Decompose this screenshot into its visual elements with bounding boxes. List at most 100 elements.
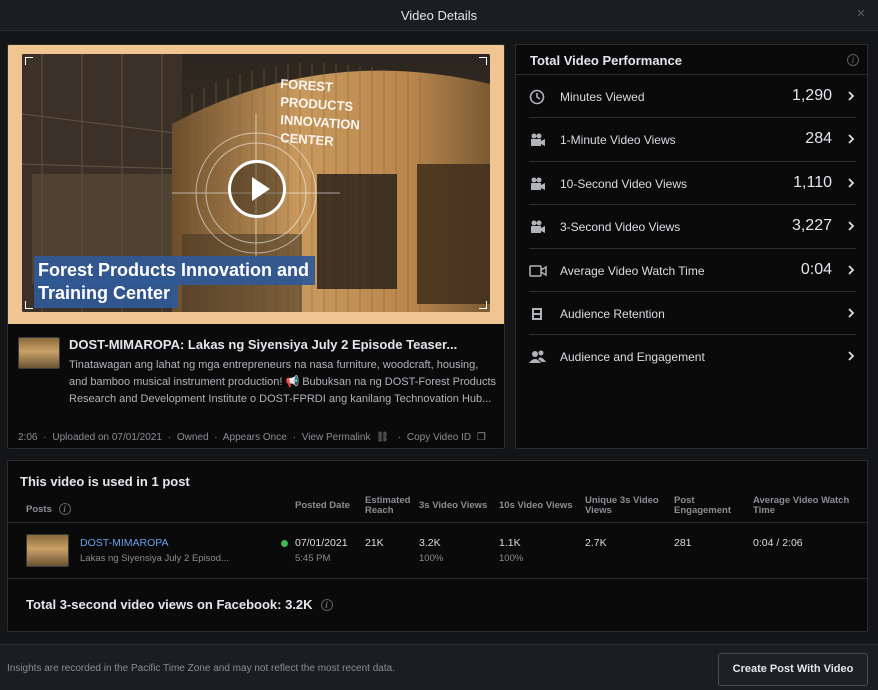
usage-table-header: Posts i Posted Date Estimated Reach 3s Vi… [8, 496, 867, 523]
posted-time: 5:45 PM [295, 553, 331, 564]
post-thumbnail [26, 534, 69, 567]
post-description: Tinatawagan ang lahat ng mga entrepreneu… [69, 359, 497, 405]
views-10s-percent: 100% [499, 553, 524, 564]
video-thumbnail[interactable]: FOREST PRODUCTS INNOVATION CENTER Forest… [8, 45, 504, 324]
performance-header: Total Video Performance i [516, 45, 867, 75]
video-overlay-title-line2: Training Center [34, 279, 179, 308]
people-icon [529, 350, 546, 364]
metric-row-1-minute-views[interactable]: 1-Minute Video Views 284 [529, 118, 856, 162]
col-3s-views: 3s Video Views [419, 500, 488, 511]
engagement-value: 281 [674, 537, 692, 549]
copy-icon: ❐ [476, 432, 486, 443]
copy-video-id-label: Copy Video ID [406, 432, 472, 443]
chevron-right-icon [848, 351, 855, 361]
timezone-note: Insights are recorded in the Pacific Tim… [7, 663, 395, 674]
chevron-right-icon [848, 264, 855, 275]
performance-title: Total Video Performance [530, 53, 682, 68]
appears-label: Appears Once [222, 432, 287, 443]
dialog-content: FOREST PRODUCTS INNOVATION CENTER Forest… [0, 32, 878, 644]
views-10s-value: 1.1K [499, 537, 521, 549]
col-average-watch-time: Average Video Watch Time [753, 496, 849, 516]
upload-date: Uploaded on 07/01/2021 [52, 432, 162, 443]
frame-corner [479, 301, 487, 309]
frame-corner [479, 57, 487, 65]
create-post-with-video-button[interactable]: Create Post With Video [718, 653, 868, 686]
col-posts: Posts i [26, 503, 71, 515]
chevron-right-icon [848, 221, 855, 231]
col-unique-3s-views: Unique 3s Video Views [585, 496, 659, 516]
info-icon[interactable]: i [847, 54, 859, 66]
chevron-right-icon [848, 178, 855, 188]
col-posts-label: Posts [26, 504, 52, 515]
view-permalink-link[interactable]: View Permalink ⛓ [302, 432, 392, 443]
metric-row-10-second-views[interactable]: 10-Second Video Views 1,110 [529, 162, 856, 206]
info-icon[interactable]: i [58, 503, 71, 515]
dialog-footer: Insights are recorded in the Pacific Tim… [0, 644, 878, 690]
metric-value: 1,290 [791, 87, 832, 104]
metric-row-audience-engagement[interactable]: Audience and Engagement [529, 335, 856, 378]
chevron-right-icon [848, 134, 855, 145]
window-title: Video Details [400, 8, 478, 23]
meta-separator: · [214, 432, 218, 443]
post-caption: Lakas ng Siyensiya July 2 Episod... [80, 553, 229, 564]
performance-panel: Total Video Performance i Minutes Viewed… [515, 44, 868, 449]
average-watch-value: 0:04 / 2:06 [753, 537, 803, 549]
camera-icon [531, 133, 545, 147]
owned-label: Owned [176, 432, 209, 443]
col-estimated-reach-line2: Reach [365, 505, 394, 516]
col-engagement-line2: Engagement [674, 505, 732, 516]
metric-row-minutes-viewed[interactable]: Minutes Viewed 1,290 [529, 75, 856, 119]
metric-value: 3,227 [791, 217, 832, 235]
total-3s-views-label: Total 3-second video views on Facebook: … [26, 597, 313, 612]
frame-corner [25, 301, 33, 309]
col-estimated-reach: Estimated Reach [365, 496, 410, 516]
video-usage-panel: This video is used in 1 post Posts i Pos… [7, 460, 868, 632]
total-3s-views: Total 3-second video views on Facebook: … [26, 597, 333, 612]
metric-value: 1,110 [793, 173, 832, 191]
post-thumbnail [18, 337, 60, 369]
camera-icon [531, 177, 545, 190]
chevron-right-icon [848, 308, 855, 318]
meta-separator: · [167, 432, 172, 443]
video-icon [529, 264, 547, 277]
views-3s-percent: 100% [419, 553, 444, 564]
close-icon[interactable]: × [854, 6, 868, 21]
metric-value: 0:04 [800, 260, 832, 278]
estimated-reach-value: 21K [365, 537, 384, 549]
metric-row-audience-retention[interactable]: Audience Retention [529, 292, 856, 336]
table-row[interactable]: DOST-MIMAROPA Lakas ng Siyensiya July 2 … [8, 524, 867, 579]
posted-date: 07/01/2021 [295, 537, 348, 549]
col-10s-views: 10s Video Views [499, 500, 573, 511]
metric-label: 1-Minute Video Views [560, 133, 676, 148]
metric-label: Average Video Watch Time [560, 263, 705, 278]
col-post-engagement: Post Engagement [674, 496, 731, 516]
video-duration: 2:06 [18, 432, 38, 443]
metric-value: 284 [805, 130, 832, 148]
play-icon[interactable] [228, 160, 286, 218]
metric-label: Audience Retention [560, 306, 665, 321]
info-icon[interactable]: i [320, 599, 333, 611]
usage-title: This video is used in 1 post [20, 474, 190, 489]
view-permalink-label: View Permalink [301, 432, 371, 443]
metric-label: 3-Second Video Views [560, 220, 681, 235]
meta-separator: · [292, 432, 296, 443]
metric-row-average-watch-time[interactable]: Average Video Watch Time 0:04 [529, 249, 856, 292]
film-icon [532, 307, 542, 320]
window-titlebar: Video Details × [0, 0, 878, 31]
published-status-dot [281, 540, 288, 547]
meta-separator: · [397, 432, 402, 443]
link-icon: ⛓ [376, 432, 389, 443]
meta-separator: · [43, 432, 47, 443]
post-title: DOST-MIMAROPA: Lakas ng Siyensiya July 2… [69, 337, 458, 352]
video-card: FOREST PRODUCTS INNOVATION CENTER Forest… [7, 44, 505, 449]
views-3s-value: 3.2K [419, 537, 441, 549]
col-avg-watch-line2: Time [753, 505, 776, 516]
chevron-right-icon [848, 91, 855, 101]
metric-row-3-second-views[interactable]: 3-Second Video Views 3,227 [529, 205, 856, 249]
camera-icon [531, 220, 545, 234]
post-page-link[interactable]: DOST-MIMAROPA [80, 537, 168, 549]
metric-label: Audience and Engagement [560, 350, 705, 365]
copy-video-id-link[interactable]: Copy Video ID ❐ [407, 432, 489, 443]
clock-icon [529, 89, 545, 105]
metric-label: Minutes Viewed [560, 90, 645, 104]
